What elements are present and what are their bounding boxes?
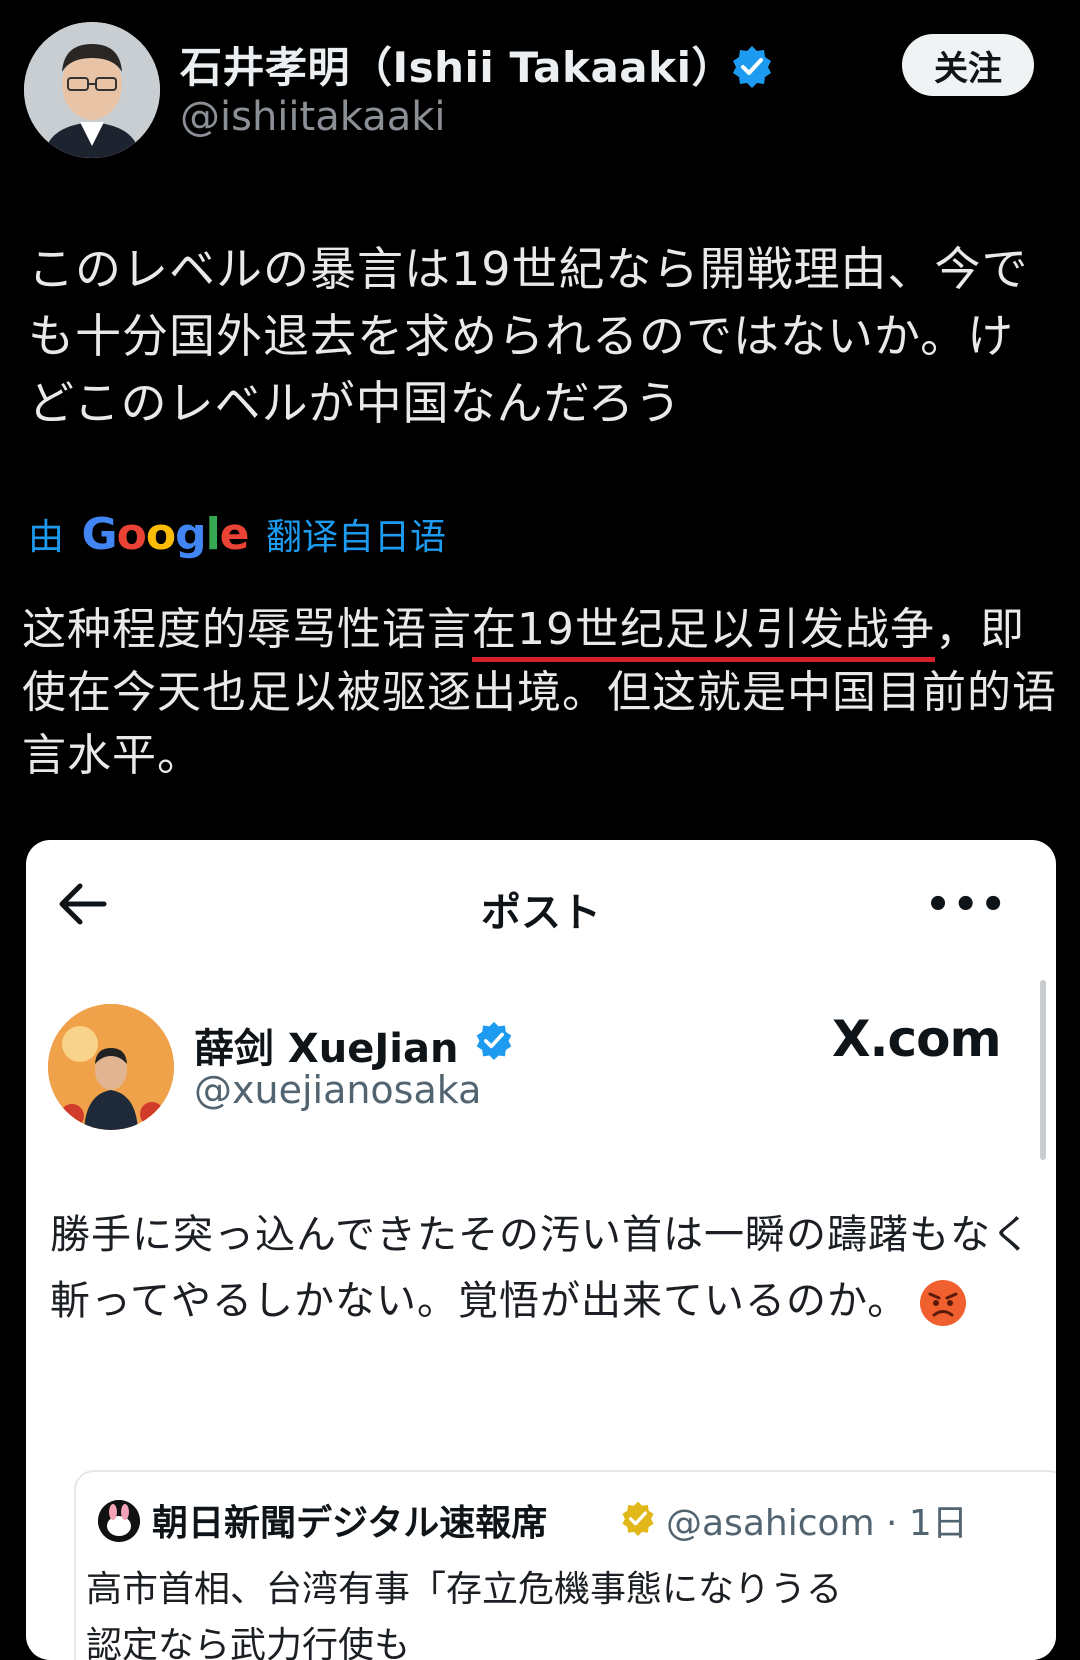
translate-suffix: 翻译自日语 — [265, 517, 446, 558]
verified-badge-icon — [733, 46, 771, 88]
gold-badge-icon — [622, 1501, 654, 1536]
embed-page-title: ポスト — [481, 890, 601, 936]
tweet-original-text: このレベルの暴言は19世紀なら開戦理由、今でも十分国外退去を求められるのではない… — [28, 242, 1029, 430]
author-name[interactable]: 石井孝明（Ishii Takaaki） — [180, 34, 734, 95]
quote-text: 高市首相、台湾有事「存立危機事態になりうる 認定なら武力行使も — [86, 1562, 1056, 1660]
author-handle[interactable]: @ishiitakaaki — [180, 94, 446, 140]
site-label: X.com — [832, 1010, 1002, 1068]
embedded-post-screenshot[interactable]: ポスト ••• 薛剑 XueJian @xuejianosaka X.com 勝… — [26, 840, 1056, 1660]
embed-author-handle[interactable]: @xuejianosaka — [194, 1068, 481, 1112]
translate-prefix: 由 — [28, 517, 65, 558]
google-logo: Google — [81, 509, 249, 560]
translated-text-before: 这种程度的辱骂性语言 — [22, 604, 472, 655]
embed-post-text-content: 勝手に突っ込んできたその汚い首は一瞬の躊躇もなく斬ってやるしかない。覚悟が出来て… — [50, 1212, 1032, 1324]
quote-text-line2: 認定なら武力行使も — [86, 1625, 411, 1660]
quote-author-handle[interactable]: @asahicom · 1日 — [666, 1494, 968, 1546]
translation-attribution[interactable]: 由 Google 翻译自日语 — [28, 508, 446, 560]
embed-post-text: 勝手に突っ込んできたその汚い首は一瞬の躊躇もなく斬ってやるしかない。覚悟が出来て… — [50, 1202, 1050, 1334]
translated-text-underlined: 在19世纪足以引发战争 — [472, 604, 935, 662]
scrollbar[interactable] — [1040, 980, 1046, 1160]
verified-badge-icon — [476, 1021, 512, 1060]
quoted-post[interactable]: 朝日新聞デジタル速報席 @asahicom · 1日 高市首相、台湾有事「存立危… — [74, 1470, 1056, 1660]
quote-author-name[interactable]: 朝日新聞デジタル速報席 — [152, 1494, 547, 1546]
quote-text-line1: 高市首相、台湾有事「存立危機事態になりうる — [86, 1569, 843, 1610]
tweet-translated-text: 这种程度的辱骂性语言在19世纪足以引发战争，即使在今天也足以被驱逐出境。但这就是… — [22, 598, 1062, 787]
embed-avatar[interactable] — [48, 1004, 174, 1130]
quote-avatar[interactable] — [98, 1500, 140, 1542]
author-avatar[interactable] — [24, 22, 160, 158]
angry-face-emoji-icon — [920, 1280, 967, 1326]
follow-button[interactable]: 关注 — [902, 34, 1034, 96]
more-options-icon[interactable]: ••• — [925, 885, 1008, 925]
embed-author-name[interactable]: 薛剑 XueJian — [194, 1016, 458, 1074]
